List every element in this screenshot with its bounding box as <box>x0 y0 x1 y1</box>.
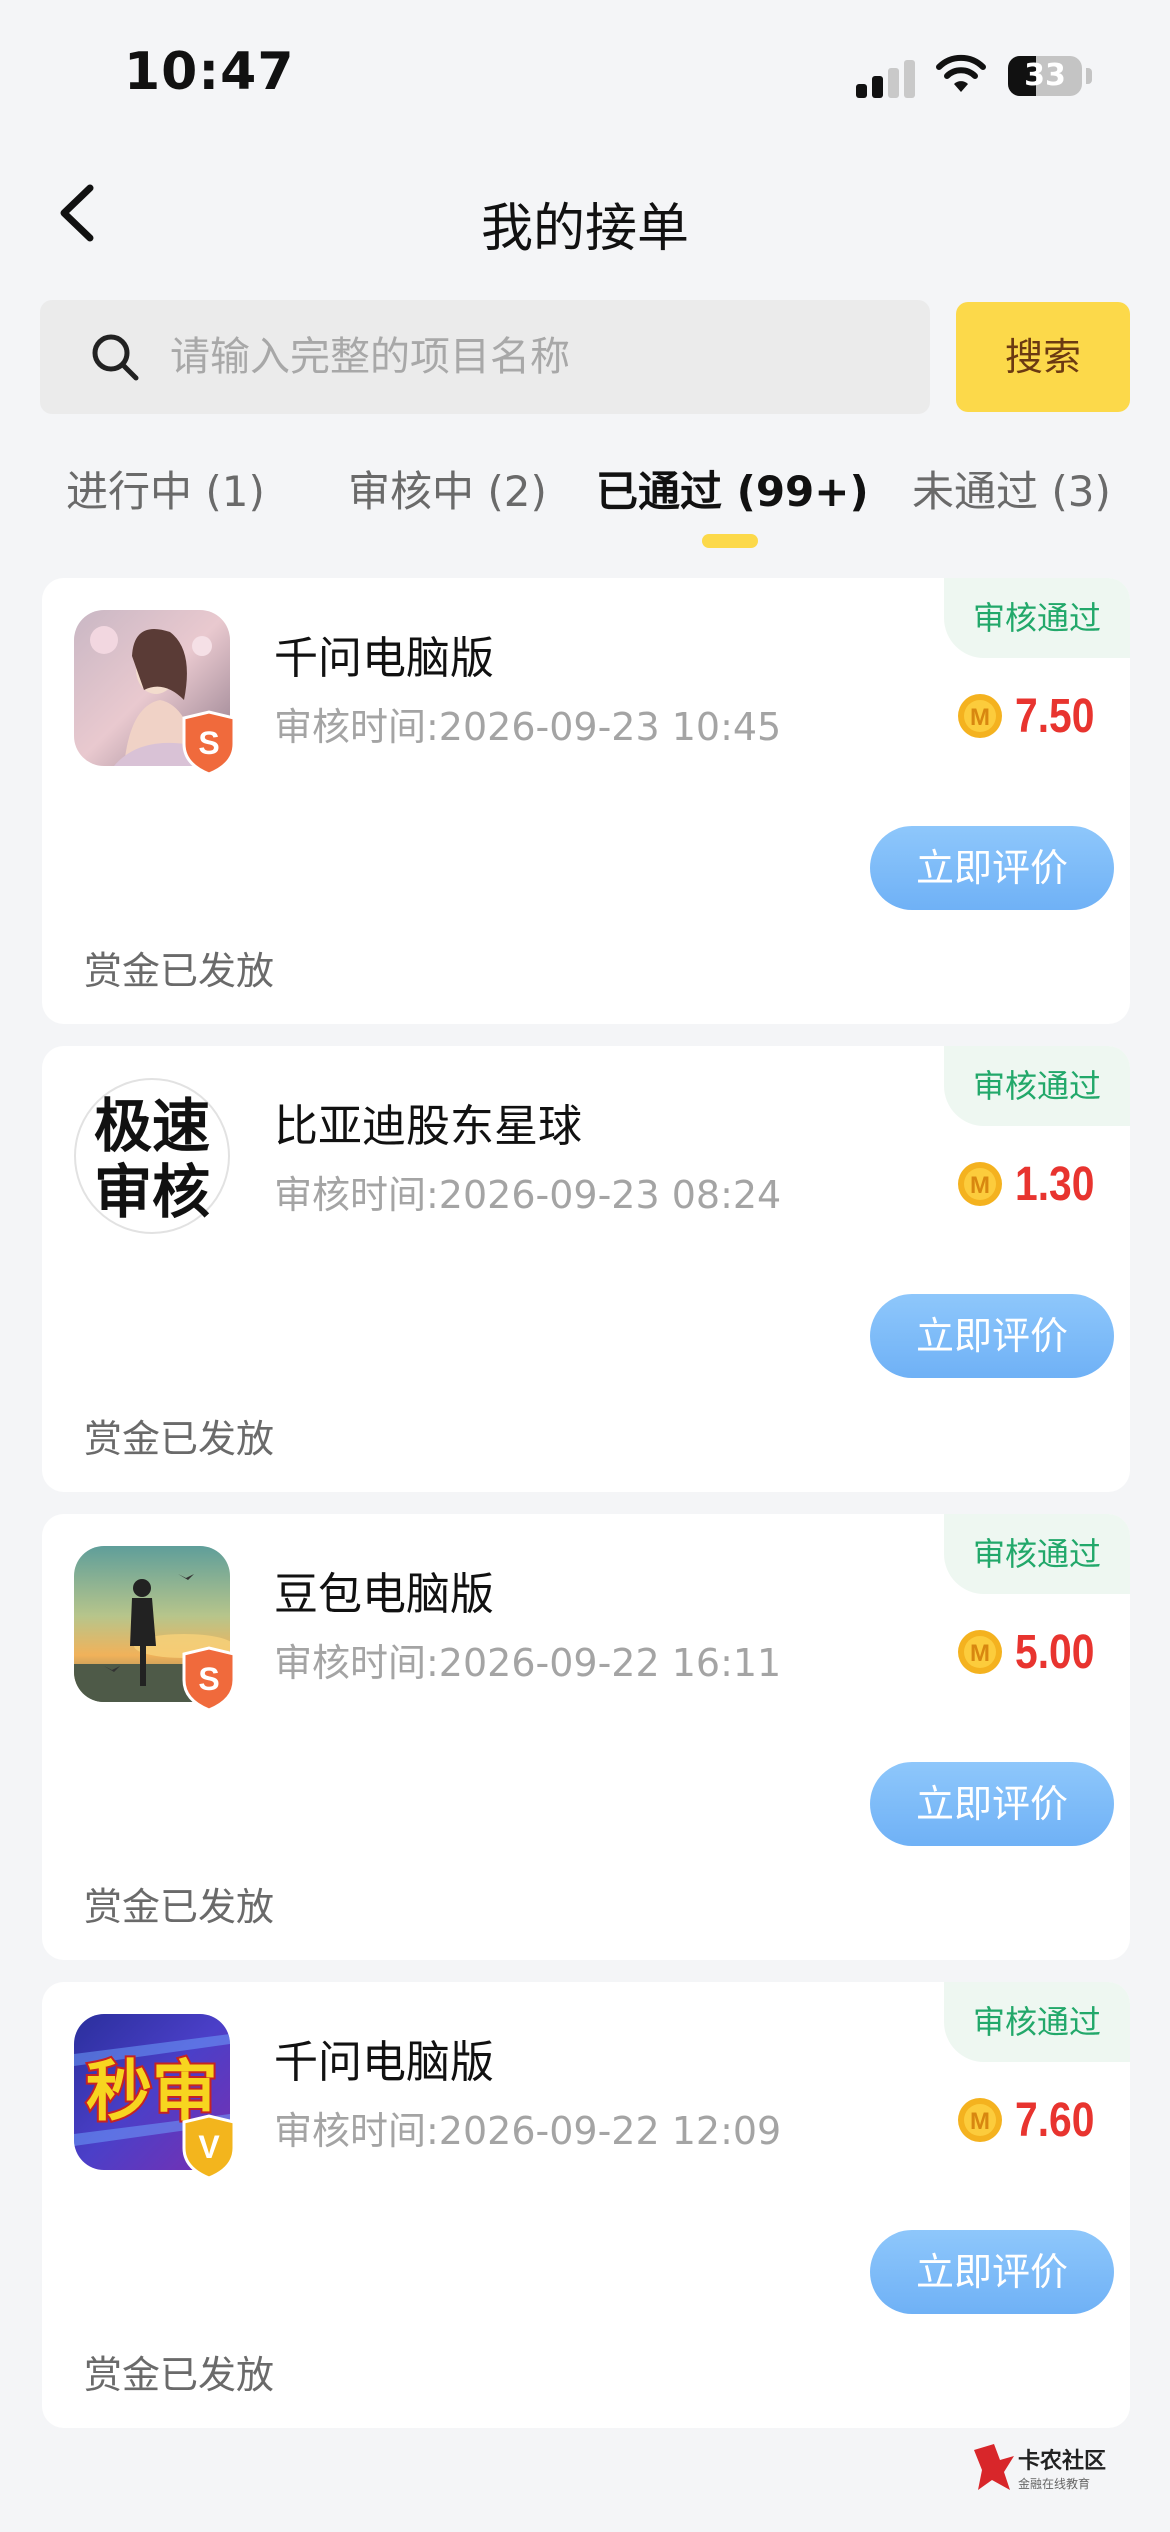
app-name: 比亚迪股东星球 <box>274 1101 582 1152</box>
order-card[interactable]: 审核通过 极速 审核 比亚迪股东星球 审核时间:2026-09-23 08:24… <box>42 1046 1130 1492</box>
status-tag: 审核通过 <box>944 1046 1130 1126</box>
coin-icon: M <box>957 2098 1002 2142</box>
badge-letter: S <box>198 1661 219 1697</box>
review-time: 审核时间:2026-09-23 08:24 <box>274 1173 782 1217</box>
watermark-text: 卡农社区 <box>1018 2448 1106 2474</box>
payout-status: 赏金已发放 <box>84 1417 275 1461</box>
level-badge-icon: S <box>182 1646 236 1712</box>
svg-text:M: M <box>970 2108 990 2135</box>
status-tag: 审核通过 <box>944 1514 1130 1594</box>
reward-amount: 7.60 <box>1014 2093 1094 2147</box>
reward: M 1.30 <box>957 1156 1108 1212</box>
rate-now-button[interactable]: 立即评价 <box>870 826 1114 910</box>
app-name: 千问电脑版 <box>274 2037 494 2088</box>
search-icon <box>92 334 139 381</box>
coin-icon: M <box>957 1162 1002 1206</box>
status-tag: 审核通过 <box>944 578 1130 658</box>
rate-now-button[interactable]: 立即评价 <box>870 2230 1114 2314</box>
status-tag: 审核通过 <box>944 1982 1130 2062</box>
tab-under-review[interactable]: 审核中 (2) <box>348 458 547 519</box>
order-card[interactable]: 审核通过 S 豆包电脑版 审核时间:2026-09-22 16:11 M 5.0… <box>42 1514 1130 1960</box>
level-badge-icon: S <box>182 710 236 776</box>
search-box[interactable] <box>40 300 930 414</box>
battery-tip <box>1086 68 1092 84</box>
payout-status: 赏金已发放 <box>84 949 275 993</box>
coin-icon: M <box>957 694 1002 738</box>
coin-icon: M <box>957 1630 1002 1674</box>
reward: M 7.50 <box>957 688 1108 744</box>
status-time: 10:47 <box>124 42 295 102</box>
svg-text:M: M <box>970 704 990 731</box>
reward: M 5.00 <box>957 1624 1108 1680</box>
watermark-subtext: 金融在线教育 <box>1018 2476 1090 2491</box>
payout-status: 赏金已发放 <box>84 1885 275 1929</box>
cellular-signal-icon <box>856 58 916 98</box>
payout-status: 赏金已发放 <box>84 2353 275 2397</box>
status-bar: 10:47 33 <box>0 0 1170 140</box>
search-input[interactable] <box>170 300 900 414</box>
search-button[interactable]: 搜索 <box>956 302 1130 412</box>
wifi-icon <box>936 54 986 92</box>
reward-amount: 1.30 <box>1014 1157 1094 1211</box>
watermark-logo: 卡农社区 金融在线教育 <box>974 2444 1106 2491</box>
tab-approved[interactable]: 已通过 (99+) <box>596 458 869 519</box>
order-card[interactable]: 审核通过 秒审 V 千问电脑版 审核时间:2026-09-22 12:09 M … <box>42 1982 1130 2428</box>
badge-letter: S <box>198 725 219 761</box>
tab-rejected[interactable]: 未通过 (3) <box>912 458 1111 519</box>
reward-amount: 5.00 <box>1014 1625 1094 1679</box>
app-name: 千问电脑版 <box>274 633 494 684</box>
active-tab-indicator <box>702 534 758 548</box>
reward: M 7.60 <box>957 2092 1108 2148</box>
page-title: 我的接单 <box>480 199 689 259</box>
svg-text:M: M <box>970 1172 990 1199</box>
level-badge-icon: V <box>182 2114 236 2180</box>
badge-letter: V <box>198 2129 220 2165</box>
tab-in-progress[interactable]: 进行中 (1) <box>66 458 265 519</box>
speed-review-app-icon: 极速 审核 <box>74 1078 230 1234</box>
rate-now-button[interactable]: 立即评价 <box>870 1294 1114 1378</box>
battery-level: 33 <box>1024 58 1066 93</box>
app-name: 豆包电脑版 <box>274 1569 494 1620</box>
svg-text:M: M <box>970 1640 990 1667</box>
review-time: 审核时间:2026-09-22 16:11 <box>274 1641 782 1685</box>
reward-amount: 7.50 <box>1014 689 1094 743</box>
order-card[interactable]: 审核通过 S 千问电脑版 审核时间:2026-09-23 10:45 M 7.5… <box>42 578 1130 1024</box>
icon-text-bottom: 审核 <box>94 1158 210 1226</box>
battery-icon: 33 <box>1008 56 1082 96</box>
icon-text-top: 极速 <box>94 1092 210 1160</box>
review-time: 审核时间:2026-09-23 10:45 <box>274 705 782 749</box>
review-time: 审核时间:2026-09-22 12:09 <box>274 2109 782 2153</box>
rate-now-button[interactable]: 立即评价 <box>870 1762 1114 1846</box>
